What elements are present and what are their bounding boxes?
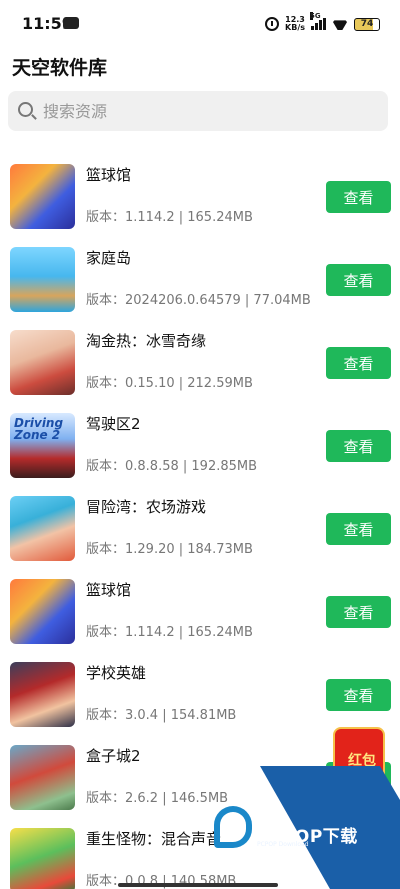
app-name[interactable]: 盒子城2 (86, 745, 141, 766)
app-name[interactable]: 冒险湾：农场游戏 (86, 496, 206, 517)
app-name[interactable]: 重生怪物：混合声音 (86, 828, 221, 849)
red-packet-label[interactable]: 红包 (348, 750, 376, 770)
search-bar[interactable] (8, 91, 388, 131)
search-icon (18, 102, 33, 117)
list-item[interactable]: 学校英雄 版本：3.0.4 | 154.81MB 查看 (0, 651, 400, 734)
monster-icon[interactable] (10, 828, 75, 889)
app-meta: 版本：2.6.2 | 146.5MB (86, 791, 229, 806)
app-name[interactable]: 篮球馆 (86, 164, 131, 185)
home-indicator[interactable] (118, 883, 278, 887)
network-speed: 12.3 KB/s (285, 15, 305, 32)
cellular-signal-icon: 5G (310, 12, 326, 30)
notification-app-icon (63, 17, 79, 29)
app-name[interactable]: 学校英雄 (86, 662, 146, 683)
adventure-bay-icon[interactable] (10, 496, 75, 561)
gold-rush-icon[interactable] (10, 330, 75, 395)
alarm-icon (265, 17, 280, 31)
app-meta: 版本：0.8.8.58 | 192.85MB (86, 459, 258, 474)
driving-zone-icon[interactable]: Driving Zone 2 (10, 413, 75, 478)
list-item[interactable]: 冒险湾：农场游戏 版本：1.29.20 | 184.73MB 查看 (0, 485, 400, 568)
app-name[interactable]: 淘金热：冰雪奇缘 (86, 330, 206, 351)
app-meta: 版本：1.29.20 | 184.73MB (86, 542, 253, 557)
view-button[interactable]: 查看 (326, 264, 391, 296)
view-button[interactable]: 查看 (326, 679, 391, 711)
list-item[interactable]: 淘金热：冰雪奇缘 版本：0.15.10 | 212.59MB 查看 (0, 319, 400, 402)
app-name[interactable]: 家庭岛 (86, 247, 131, 268)
list-item[interactable]: 篮球馆 版本：1.114.2 | 165.24MB 查看 (0, 568, 400, 651)
box-city-icon[interactable] (10, 745, 75, 810)
view-button[interactable]: 查看 (326, 845, 391, 877)
app-meta: 版本：2024206.0.64579 | 77.04MB (86, 293, 311, 308)
view-button[interactable]: 查看 (326, 181, 391, 213)
list-item[interactable]: Driving Zone 2 驾驶区2 版本：0.8.8.58 | 192.85… (0, 402, 400, 485)
basketball-game-icon[interactable] (10, 579, 75, 644)
page-title: 天空软件库 (12, 57, 108, 79)
school-hero-icon[interactable] (10, 662, 75, 727)
view-button[interactable]: 查看 (326, 347, 391, 379)
status-bar: 11:59 12.3 KB/s 5G 74 (0, 0, 400, 48)
wifi-icon (332, 18, 348, 30)
family-island-icon[interactable] (10, 247, 75, 312)
list-item[interactable]: 篮球馆 版本：1.114.2 | 165.24MB 查看 (0, 153, 400, 236)
view-button[interactable]: 查看 (326, 430, 391, 462)
view-button[interactable]: 查看 (326, 596, 391, 628)
app-meta: 版本：1.114.2 | 165.24MB (86, 625, 253, 640)
battery-icon: 74 (354, 17, 380, 31)
app-meta: 版本：1.114.2 | 165.24MB (86, 210, 253, 225)
basketball-game-icon[interactable] (10, 164, 75, 229)
view-button[interactable]: 查看 (326, 513, 391, 545)
list-item[interactable]: 家庭岛 版本：2024206.0.64579 | 77.04MB 查看 (0, 236, 400, 319)
app-name[interactable]: 篮球馆 (86, 579, 131, 600)
app-meta: 版本：0.15.10 | 212.59MB (86, 376, 253, 391)
list-item[interactable]: 重生怪物：混合声音 版本：0.0.8 | 140.58MB 查看 (0, 817, 400, 889)
search-input[interactable] (43, 97, 373, 125)
app-meta: 版本：3.0.4 | 154.81MB (86, 708, 237, 723)
app-name[interactable]: 驾驶区2 (86, 413, 141, 434)
status-indicators: 12.3 KB/s 5G 74 (265, 12, 380, 34)
icon-logo-text: Driving Zone 2 (14, 416, 64, 442)
